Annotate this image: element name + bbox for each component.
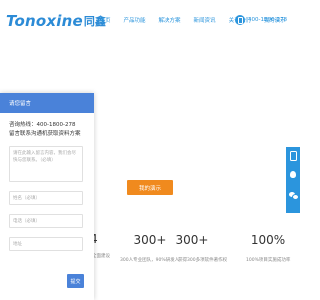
page: Tonoxine 同鑫 首页 产品功能 解决方案 新闻资讯 关于我们 我的演示 … bbox=[0, 0, 300, 300]
nav-news[interactable]: 新闻资讯 bbox=[187, 16, 222, 24]
logo[interactable]: Tonoxine 同鑫 bbox=[6, 11, 106, 31]
side-contact-bar bbox=[286, 147, 300, 213]
name-field[interactable] bbox=[9, 191, 83, 205]
stat-value: 300+ bbox=[175, 233, 209, 247]
stat-label: 100%项目实施成功率 bbox=[246, 258, 291, 263]
nav-home[interactable]: 首页 bbox=[93, 16, 117, 24]
stat-value: 300+ bbox=[133, 233, 167, 247]
stat-item: 300+ bbox=[130, 233, 170, 247]
stat-item: 100% bbox=[248, 233, 288, 247]
address-field[interactable] bbox=[9, 237, 83, 251]
message-panel: 请您留言 咨询热线：400-1800-278 留言联系沟通机获取资料方案 提交 bbox=[0, 93, 94, 300]
message-panel-body: 咨询热线：400-1800-278 留言联系沟通机获取资料方案 bbox=[0, 113, 94, 251]
nav-solutions[interactable]: 解决方案 bbox=[152, 16, 187, 24]
message-panel-header: 请您留言 bbox=[0, 93, 94, 113]
message-panel-title: 请您留言 bbox=[9, 101, 32, 107]
nav-products[interactable]: 产品功能 bbox=[117, 16, 152, 24]
header-phone-number: 400-1800-278 bbox=[248, 17, 287, 23]
wechat-icon[interactable] bbox=[289, 191, 299, 200]
stat-label: 获得300多项软件著作权 bbox=[178, 258, 228, 263]
panel-tip-text: 留言联系沟通机获取资料方案 bbox=[9, 131, 81, 137]
phone-icon[interactable] bbox=[289, 151, 297, 161]
site-header: Tonoxine 同鑫 首页 产品功能 解决方案 新闻资讯 关于我们 我的演示 … bbox=[0, 0, 300, 44]
phone-icon bbox=[235, 15, 245, 25]
demo-cta-button[interactable]: 我的演示 bbox=[127, 180, 173, 195]
qq-icon[interactable] bbox=[289, 171, 297, 179]
submit-button[interactable]: 提交 bbox=[67, 274, 84, 288]
hotline-text: 咨询热线：400-1800-278 bbox=[9, 122, 76, 128]
stat-value: 100% bbox=[250, 233, 286, 247]
stat-label: 300人专业团队，90%研发人 bbox=[120, 258, 180, 263]
header-phone: 400-1800-278 bbox=[235, 15, 287, 25]
stat-label: 全面建设 bbox=[92, 254, 110, 259]
phone-field[interactable] bbox=[9, 214, 83, 228]
logo-text: Tonoxine bbox=[6, 12, 83, 30]
message-content-field[interactable] bbox=[9, 146, 83, 182]
stat-item: 300+ bbox=[168, 233, 216, 247]
